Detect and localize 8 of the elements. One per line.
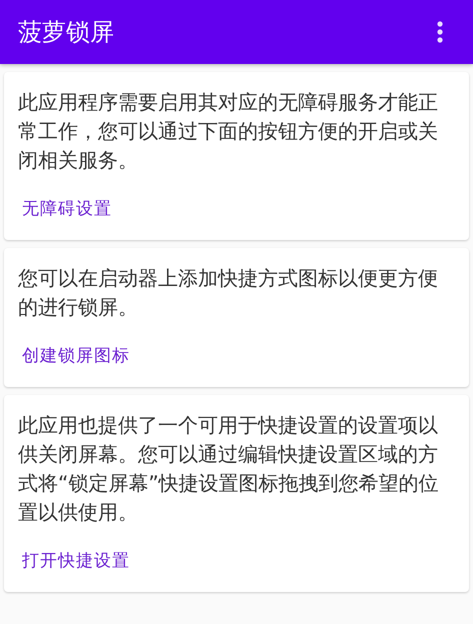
app-title: 菠萝锁屏 — [18, 17, 114, 48]
card-description: 您可以在启动器上添加快捷方式图标以便更方便的进行锁屏。 — [18, 265, 439, 321]
action-button[interactable]: 创建锁屏图标 — [18, 338, 134, 373]
card-description: 此应用也提供了一个可用于快捷设置的设置项以供关闭屏幕。您可以通过编辑快捷设置区域的方式将“锁定屏幕”快捷设置图标拖拽到您希望的位置以供使用。 — [18, 412, 440, 526]
card-description: 此应用程序需要启用其对应的无障碍服务才能正常工作，您可以通过下面的按钮方便的开启或关闭相关服务。 — [18, 89, 439, 174]
action-button[interactable]: 无障碍设置 — [18, 191, 116, 226]
action-button[interactable]: 打开快捷设置 — [18, 543, 134, 578]
more-options-icon[interactable] — [437, 21, 443, 43]
